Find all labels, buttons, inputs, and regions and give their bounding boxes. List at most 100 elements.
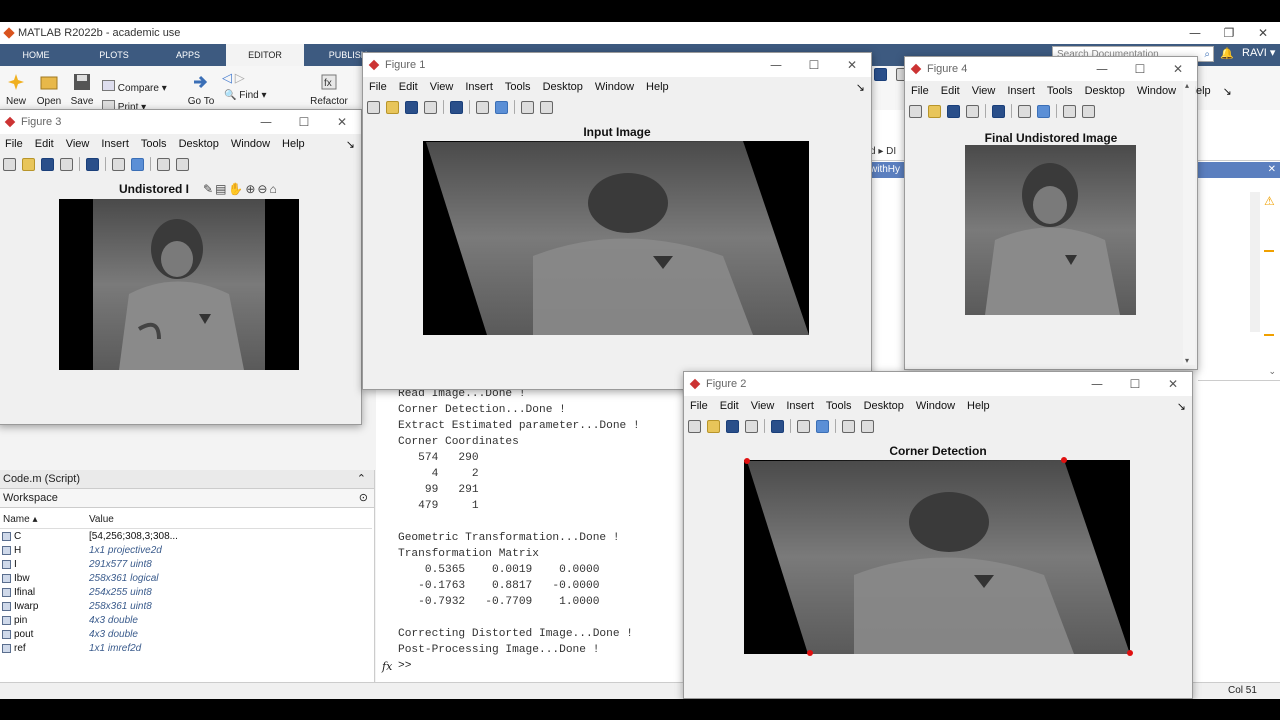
menu-insert[interactable]: Insert xyxy=(95,138,135,150)
workspace-row[interactable]: Ifinal 254x255 uint8 xyxy=(0,586,372,600)
new-button[interactable]: New xyxy=(4,72,28,107)
menu-edit[interactable]: Edit xyxy=(29,138,60,150)
save-figure-icon[interactable] xyxy=(405,100,418,114)
home-icon[interactable]: ⌂ xyxy=(269,182,278,196)
print-figure-icon[interactable] xyxy=(60,157,73,171)
edit-plot-icon[interactable] xyxy=(842,419,855,433)
minimize-button[interactable]: — xyxy=(247,115,285,129)
menu-tools[interactable]: Tools xyxy=(499,81,537,93)
figure-3-titlebar[interactable]: Figure 3 — ☐ ✕ xyxy=(0,110,361,134)
menu-insert[interactable]: Insert xyxy=(780,400,820,412)
close-button[interactable]: ✕ xyxy=(1246,26,1280,40)
close-button[interactable]: ✕ xyxy=(833,58,871,72)
workspace-menu-icon[interactable]: ⊙ xyxy=(359,489,368,507)
edit-plot-icon[interactable] xyxy=(157,157,170,171)
figure-1-titlebar[interactable]: Figure 1 — ☐ ✕ xyxy=(363,53,871,77)
open-file-icon[interactable] xyxy=(928,104,941,118)
script-file-header[interactable]: Code.m (Script) ⌃ xyxy=(0,470,374,489)
zoom-out-icon[interactable]: ⊖ xyxy=(257,182,269,196)
brush-icon[interactable]: ✎ xyxy=(203,182,215,196)
find-button[interactable]: 🔍 Find ▾ xyxy=(224,90,274,101)
figure-4-scrollbar[interactable]: ▴ ▾ xyxy=(1183,81,1195,365)
menu-window[interactable]: Window xyxy=(225,138,276,150)
menu-file[interactable]: File xyxy=(363,81,393,93)
menu-tools[interactable]: Tools xyxy=(135,138,173,150)
close-button[interactable]: ✕ xyxy=(323,115,361,129)
menu-window[interactable]: Window xyxy=(1131,85,1182,97)
new-figure-icon[interactable] xyxy=(3,157,16,171)
dock-arrow-icon[interactable]: ↘ xyxy=(850,81,871,94)
print-figure-icon[interactable] xyxy=(424,100,437,114)
figure-4-titlebar[interactable]: Figure 4 — ☐ ✕ xyxy=(905,57,1197,81)
edit-plot-icon[interactable] xyxy=(1063,104,1076,118)
figure-1-window[interactable]: Figure 1 — ☐ ✕ File Edit View Insert Tools De… xyxy=(362,52,872,390)
command-prompt[interactable]: >> xyxy=(398,660,411,672)
maximize-button[interactable]: ☐ xyxy=(285,115,323,129)
minimize-button[interactable]: — xyxy=(1178,26,1212,40)
menu-desktop[interactable]: Desktop xyxy=(1079,85,1131,97)
menu-window[interactable]: Window xyxy=(589,81,640,93)
workspace-row[interactable]: Iwarp 258x361 uint8 xyxy=(0,600,372,614)
workspace-collapse[interactable]: ⌄ xyxy=(1198,366,1280,381)
minimize-button[interactable]: — xyxy=(1078,377,1116,391)
menu-view[interactable]: View xyxy=(745,400,781,412)
tab-editor[interactable]: EDITOR xyxy=(226,44,304,66)
maximize-button[interactable]: ☐ xyxy=(795,58,833,72)
link-plot-icon[interactable] xyxy=(86,157,99,171)
bell-icon[interactable]: 🔔 xyxy=(1220,47,1234,60)
property-inspector-icon[interactable] xyxy=(176,157,189,171)
link-plot-icon[interactable] xyxy=(992,104,1005,118)
forward-arrow-icon[interactable]: ▷ xyxy=(235,70,245,85)
command-window[interactable]: Read Image...Done ! Corner Detection...Do… xyxy=(376,384,682,682)
workspace-header[interactable]: Workspace ⊙ xyxy=(0,489,374,508)
menu-edit[interactable]: Edit xyxy=(393,81,424,93)
figure-4-window[interactable]: Figure 4 — ☐ ✕ File Edit View Insert Tools De… xyxy=(904,56,1232,370)
scroll-up-icon[interactable]: ▴ xyxy=(1185,81,1189,90)
value-column-header[interactable]: Value xyxy=(89,512,114,528)
workspace-row[interactable]: ref 1x1 imref2d xyxy=(0,642,372,656)
editor-scrollbar[interactable] xyxy=(1250,192,1260,332)
open-file-icon[interactable] xyxy=(22,157,35,171)
figure-3-window[interactable]: Figure 3 — ☐ ✕ File Edit View Insert Tools De… xyxy=(0,109,362,425)
tab-home[interactable]: HOME xyxy=(10,44,62,66)
pan-icon[interactable]: ✋ xyxy=(228,182,245,196)
menu-view[interactable]: View xyxy=(966,85,1002,97)
menu-view[interactable]: View xyxy=(424,81,460,93)
goto-button[interactable]: Go To xyxy=(186,72,216,107)
menu-tools[interactable]: Tools xyxy=(1041,85,1079,97)
tab-plots[interactable]: PLOTS xyxy=(86,44,142,66)
tab-apps[interactable]: APPS xyxy=(164,44,212,66)
new-figure-icon[interactable] xyxy=(367,100,380,114)
search-icon[interactable]: ⌕ xyxy=(1204,47,1210,63)
chevron-up-icon[interactable]: ⌃ xyxy=(357,470,366,488)
close-button[interactable]: ✕ xyxy=(1154,377,1192,391)
dock-arrow-icon[interactable]: ↘ xyxy=(340,138,361,151)
new-figure-icon[interactable] xyxy=(909,104,922,118)
property-inspector-icon[interactable] xyxy=(540,100,553,114)
menu-desktop[interactable]: Desktop xyxy=(858,400,910,412)
property-inspector-icon[interactable] xyxy=(861,419,874,433)
datatip-icon[interactable]: ▤ xyxy=(215,182,228,196)
open-button[interactable]: Open xyxy=(36,72,62,107)
link-plot-icon[interactable] xyxy=(450,100,463,114)
print-figure-icon[interactable] xyxy=(966,104,979,118)
dock-arrow-icon[interactable]: ↘ xyxy=(1217,85,1238,98)
open-file-icon[interactable] xyxy=(707,419,720,433)
colorbar-icon[interactable] xyxy=(112,157,125,171)
workspace-row[interactable]: H 1x1 projective2d xyxy=(0,544,372,558)
menu-desktop[interactable]: Desktop xyxy=(173,138,225,150)
open-file-icon[interactable] xyxy=(386,100,399,114)
colorbar-icon[interactable] xyxy=(1018,104,1031,118)
menu-help[interactable]: Help xyxy=(961,400,996,412)
name-column-header[interactable]: Name ▴ xyxy=(3,512,38,528)
figure-2-titlebar[interactable]: Figure 2 — ☐ ✕ xyxy=(684,372,1192,396)
save-quick-icon[interactable] xyxy=(874,68,887,81)
menu-tools[interactable]: Tools xyxy=(820,400,858,412)
legend-icon[interactable] xyxy=(816,419,829,433)
menu-file[interactable]: File xyxy=(684,400,714,412)
close-button[interactable]: ✕ xyxy=(1159,62,1197,76)
colorbar-icon[interactable] xyxy=(476,100,489,114)
menu-file[interactable]: File xyxy=(905,85,935,97)
save-figure-icon[interactable] xyxy=(947,104,960,118)
maximize-button[interactable]: ❐ xyxy=(1212,26,1246,40)
